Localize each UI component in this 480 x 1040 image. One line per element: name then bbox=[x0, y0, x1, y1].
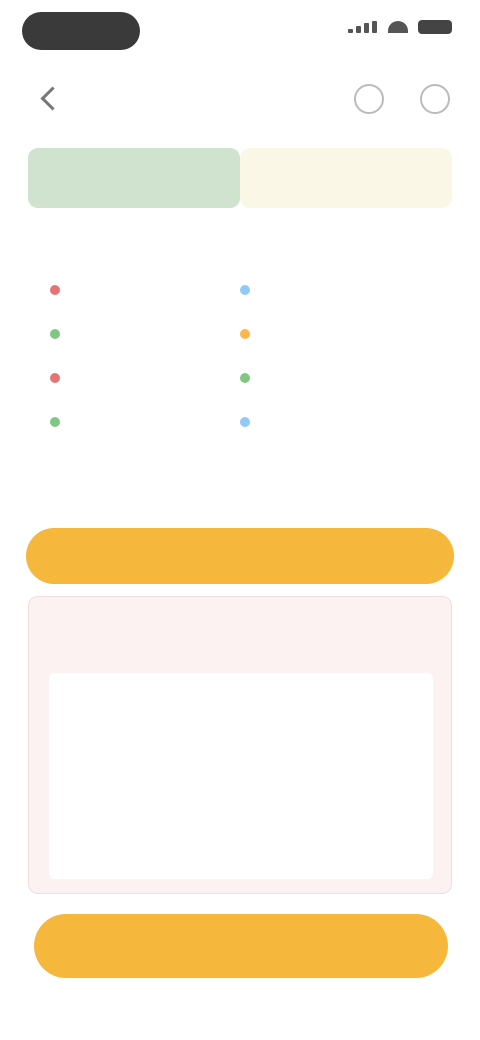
card-line bbox=[129, 783, 413, 815]
legend-item bbox=[240, 280, 430, 300]
card-line bbox=[129, 687, 413, 719]
legend-item bbox=[240, 412, 430, 432]
more-icon[interactable] bbox=[354, 84, 384, 114]
legend-dot-icon bbox=[50, 329, 60, 339]
battery-icon bbox=[418, 20, 452, 34]
primary-button[interactable] bbox=[26, 528, 454, 584]
status-icons bbox=[348, 20, 452, 34]
target-icon[interactable] bbox=[420, 84, 450, 114]
card-line bbox=[129, 719, 413, 751]
legend-dot-icon bbox=[50, 417, 60, 427]
card-body bbox=[49, 673, 433, 879]
card-line bbox=[129, 815, 413, 847]
legend-dot-icon bbox=[240, 417, 250, 427]
legend-item bbox=[50, 368, 240, 388]
legend-dot-icon bbox=[50, 373, 60, 383]
status-bar bbox=[0, 0, 480, 60]
tab-bar bbox=[28, 148, 452, 208]
legend-item bbox=[240, 368, 430, 388]
legend bbox=[50, 280, 430, 432]
legend-dot-icon bbox=[240, 285, 250, 295]
header bbox=[0, 66, 480, 136]
legend-item bbox=[50, 412, 240, 432]
tab-second[interactable] bbox=[240, 148, 452, 208]
wifi-icon bbox=[388, 21, 408, 33]
legend-dot-icon bbox=[240, 329, 250, 339]
signal-icon bbox=[348, 21, 378, 33]
legend-item bbox=[240, 324, 430, 344]
tab-first[interactable] bbox=[28, 148, 240, 208]
secondary-button[interactable] bbox=[34, 914, 448, 978]
status-pill bbox=[22, 12, 140, 50]
back-arrow-icon[interactable] bbox=[36, 84, 60, 112]
legend-item bbox=[50, 280, 240, 300]
legend-item bbox=[50, 324, 240, 344]
card-line bbox=[129, 751, 413, 783]
legend-dot-icon bbox=[240, 373, 250, 383]
legend-dot-icon bbox=[50, 285, 60, 295]
info-card bbox=[28, 596, 452, 894]
